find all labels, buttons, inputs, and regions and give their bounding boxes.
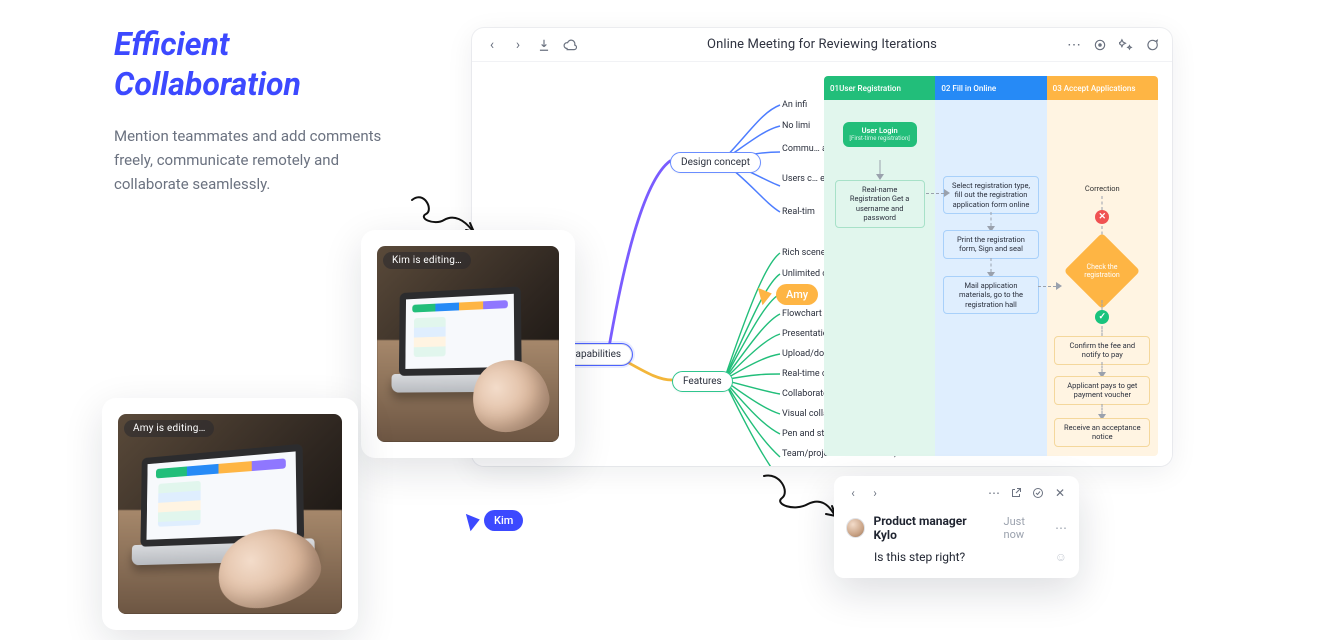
cursor-icon: [758, 284, 774, 304]
lane-1: 01User Registration User Login [First-ti…: [824, 76, 935, 456]
lane-head-3: 03 Accept Applications: [1047, 76, 1158, 100]
prev-comment-icon[interactable]: ‹: [846, 486, 860, 500]
leaf-design-0[interactable]: An infi: [782, 100, 807, 110]
photo-card-kim: Kim is editing…: [361, 230, 575, 458]
app-toolbar: ‹ › Online Meeting for Reviewing Iterati…: [472, 28, 1172, 62]
box-submit-materials[interactable]: Mail application materials, go to the re…: [943, 276, 1039, 314]
more-icon[interactable]: ⋯: [1066, 37, 1082, 53]
close-icon[interactable]: ✕: [1053, 486, 1067, 500]
emoji-picker-icon[interactable]: ☺: [1055, 550, 1067, 564]
squiggle-arrow-2: [760, 470, 840, 522]
hero: Efficient Collaboration Mention teammate…: [114, 24, 394, 196]
mindmap-node-design[interactable]: Design concept: [670, 152, 761, 173]
more-icon[interactable]: ⋯: [987, 486, 1001, 500]
hero-title: Efficient Collaboration: [114, 24, 394, 104]
editing-toast-kim: Kim is editing…: [383, 252, 471, 269]
comment-panel: ‹ › ⋯ ✕ Product manager Kylo Just now ⋯ …: [834, 476, 1079, 578]
label-correction: Correction: [1072, 180, 1132, 197]
cloud-sync-icon[interactable]: [562, 37, 578, 53]
editing-toast-amy: Amy is editing…: [124, 420, 214, 437]
comment-more-icon[interactable]: ⋯: [1055, 521, 1067, 535]
cursor-icon: [466, 510, 482, 530]
canvas[interactable]: Capabilities Design concept Features An …: [472, 62, 1172, 466]
cursor-badge: Kim: [484, 510, 523, 531]
cursor-kim: Kim: [468, 510, 523, 531]
sparkle-icon[interactable]: [1118, 37, 1134, 53]
comment-author: Product manager Kylo: [873, 514, 989, 542]
box-user-login[interactable]: User Login [First-time registration]: [843, 122, 917, 147]
download-icon[interactable]: [536, 37, 552, 53]
app-window: ‹ › Online Meeting for Reviewing Iterati…: [472, 28, 1172, 466]
box-applicant-pays[interactable]: Applicant pays to get payment voucher: [1054, 376, 1150, 405]
box-print-sign[interactable]: Print the registration form, Sign and se…: [943, 230, 1039, 259]
page-title: Online Meeting for Reviewing Iterations: [707, 37, 937, 52]
chat-icon[interactable]: [1144, 37, 1160, 53]
swimlane-flowchart[interactable]: 01User Registration User Login [First-ti…: [824, 76, 1158, 456]
comment-time: Just now: [1004, 515, 1047, 541]
back-icon[interactable]: ‹: [484, 37, 500, 53]
lane-head-2: 02 Fill in Online: [935, 76, 1046, 100]
lane-2: 02 Fill in Online Select registration ty…: [935, 76, 1046, 456]
box-real-name[interactable]: Real-name Registration Get a username an…: [835, 180, 925, 228]
leaf-design-4[interactable]: Real-tim: [782, 207, 815, 217]
target-icon[interactable]: [1092, 37, 1108, 53]
leaf-design-1[interactable]: No limi: [782, 121, 810, 131]
photo-card-amy: Amy is editing…: [102, 398, 358, 630]
avatar: [846, 518, 865, 538]
leaf-feat-2[interactable]: Mind: [782, 289, 802, 299]
hero-body: Mention teammates and add comments freel…: [114, 124, 394, 196]
box-select-reg-type[interactable]: Select registration type, fill out the r…: [943, 176, 1039, 214]
comment-body: Is this step right?: [874, 550, 965, 564]
status-approve-icon: ✓: [1095, 310, 1109, 324]
lane-3: 03 Accept Applications Correction ✕ Chec…: [1047, 76, 1158, 456]
decision-check-registration[interactable]: Check the registration: [1064, 233, 1140, 309]
status-reject-icon: ✕: [1095, 210, 1109, 224]
box-confirm-fee[interactable]: Confirm the fee and notify to pay: [1054, 336, 1150, 365]
leaf-feat-3[interactable]: Flowchart: [782, 309, 822, 319]
resolve-icon[interactable]: [1031, 486, 1045, 500]
open-external-icon[interactable]: [1009, 486, 1023, 500]
lane-head-1: 01User Registration: [824, 76, 935, 100]
box-acceptance-notice[interactable]: Receive an acceptance notice: [1054, 418, 1150, 447]
forward-icon[interactable]: ›: [510, 37, 526, 53]
next-comment-icon[interactable]: ›: [868, 486, 882, 500]
mindmap-node-features[interactable]: Features: [672, 371, 733, 392]
